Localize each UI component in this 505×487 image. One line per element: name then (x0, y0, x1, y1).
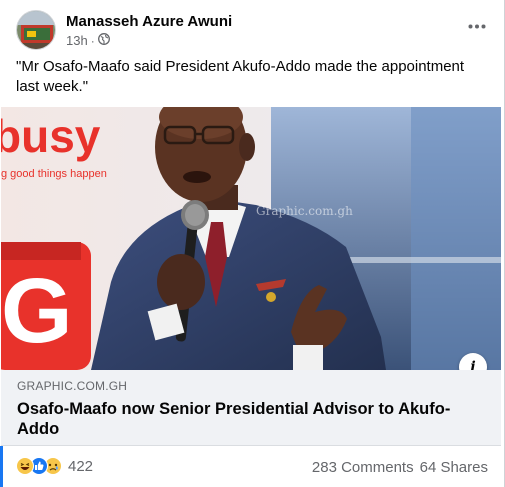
focus-indicator (0, 446, 3, 487)
link-title[interactable]: Osafo-Maafo now Senior Presidential Advi… (17, 399, 461, 439)
link-preview[interactable]: GRAPHIC.COM.GH Osafo-Maafo now Senior Pr… (1, 370, 501, 446)
info-icon: i (470, 359, 476, 370)
globe-icon (97, 33, 110, 48)
meta-separator: · (90, 33, 95, 48)
more-dots-icon[interactable] (464, 16, 490, 36)
reaction-count: 422 (68, 457, 94, 475)
reactions-summary[interactable]: 422 (16, 457, 93, 475)
post-footer: 422 283 Comments 64 Shares (16, 455, 488, 481)
sign-tagline: g good things happen (1, 168, 107, 180)
link-domain: GRAPHIC.COM.GH (17, 379, 128, 393)
sign-letter: G (1, 260, 73, 362)
post-header: Manasseh Azure Awuni 13h · (16, 10, 490, 50)
comments-count[interactable]: 283 Comments (312, 459, 414, 476)
post-author[interactable]: Manasseh Azure Awuni (66, 13, 232, 30)
haha-icon (16, 457, 34, 475)
post-image[interactable]: busy g good things happen G Graphic.com.… (1, 107, 501, 370)
post-card: Manasseh Azure Awuni 13h · "Mr Osafo-Maa… (0, 0, 505, 487)
avatar[interactable] (16, 10, 56, 50)
post-time[interactable]: 13h (66, 33, 88, 48)
shares-count[interactable]: 64 Shares (420, 459, 488, 476)
image-watermark: Graphic.com.gh (256, 204, 353, 218)
sign-busy: busy (1, 110, 101, 162)
post-meta: 13h · (66, 33, 110, 48)
engagement-counts: 283 Comments 64 Shares (312, 459, 488, 476)
post-text: "Mr Osafo-Maafo said President Akufo-Add… (16, 58, 465, 95)
